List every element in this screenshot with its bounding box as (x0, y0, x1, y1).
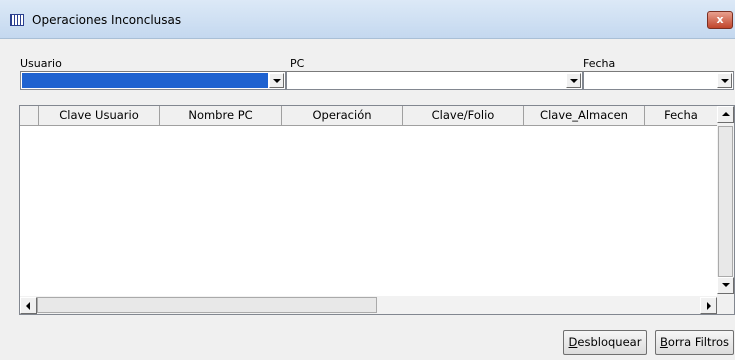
column-header[interactable]: Nombre PC (160, 106, 282, 125)
close-button[interactable]: x (707, 11, 733, 29)
borra-filtros-button[interactable]: Borra Filtros (655, 330, 734, 355)
scroll-right-icon[interactable] (700, 297, 717, 314)
window-title: Operaciones Inconclusas (32, 13, 182, 27)
fecha-combo[interactable] (583, 71, 734, 90)
pc-dropdown-arrow-icon[interactable] (566, 73, 581, 88)
desbloquear-button[interactable]: Desbloquear (563, 330, 647, 355)
grid-header: Clave Usuario Nombre PC Operación Clave/… (20, 106, 717, 126)
usuario-dropdown-arrow-icon[interactable] (269, 73, 284, 88)
grid-window-icon (10, 14, 24, 26)
vertical-scrollbar[interactable] (717, 106, 734, 296)
borra-filtros-mnemonic: B (659, 335, 668, 349)
usuario-selection (22, 73, 268, 88)
pc-label: PC (290, 57, 305, 70)
horizontal-scrollbar[interactable] (20, 296, 717, 314)
column-header[interactable]: Operación (282, 106, 403, 125)
scrollbar-corner (717, 296, 734, 314)
scroll-down-icon[interactable] (717, 277, 734, 294)
operations-grid[interactable]: Clave Usuario Nombre PC Operación Clave/… (19, 105, 735, 315)
usuario-label: Usuario (20, 57, 62, 70)
column-header[interactable]: Clave/Folio (403, 106, 524, 125)
scroll-up-icon[interactable] (717, 106, 734, 123)
column-header[interactable]: Fecha (645, 106, 717, 125)
vertical-scroll-track[interactable] (718, 126, 733, 277)
title-bar: Operaciones Inconclusas x (0, 0, 735, 39)
horizontal-scroll-thumb[interactable] (37, 297, 377, 313)
row-selector-header (20, 106, 39, 125)
column-header[interactable]: Clave Usuario (39, 106, 160, 125)
fecha-label: Fecha (583, 57, 616, 70)
desbloquear-label: esbloquear (577, 335, 642, 349)
fecha-dropdown-arrow-icon[interactable] (717, 73, 732, 88)
borra-filtros-label: orra Filtros (667, 335, 730, 349)
scroll-left-icon[interactable] (20, 297, 37, 314)
column-header[interactable]: Clave_Almacen (524, 106, 645, 125)
pc-combo[interactable] (286, 71, 583, 90)
usuario-combo[interactable] (20, 71, 286, 90)
